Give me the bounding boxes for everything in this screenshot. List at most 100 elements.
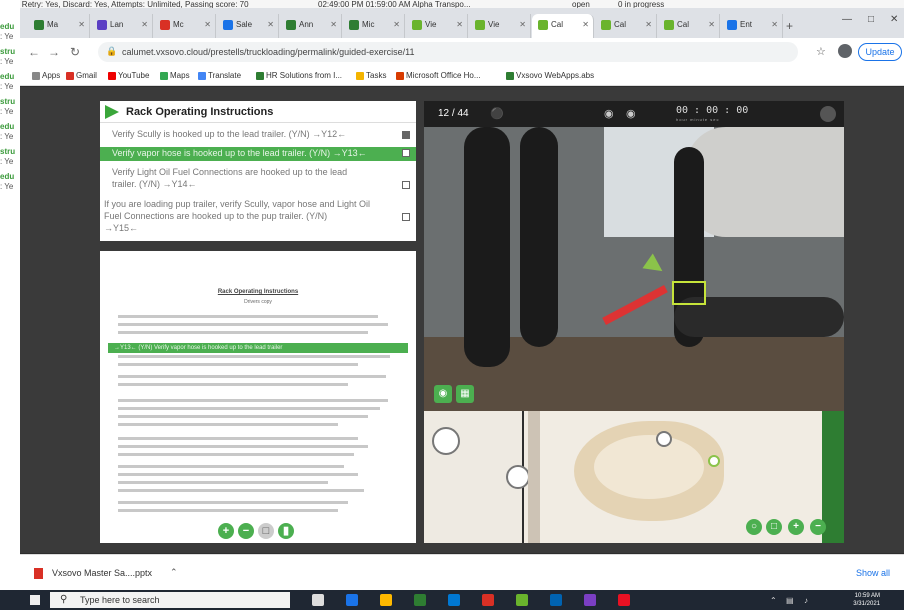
- course-list-item[interactable]: stru: Ye: [0, 143, 20, 168]
- course-list-item[interactable]: edu: Ye: [0, 68, 20, 93]
- taskbar-app-icon[interactable]: [516, 594, 528, 606]
- camera-icon[interactable]: ◉: [434, 385, 452, 403]
- instruction-step[interactable]: Verify Scully is hooked up to the lead t…: [100, 129, 416, 141]
- close-tab-icon[interactable]: ✕: [267, 20, 274, 29]
- viewer-menu-button[interactable]: [820, 106, 836, 122]
- zoom-out-button[interactable]: −: [238, 523, 254, 539]
- site-map[interactable]: ○ □ + −: [424, 411, 844, 543]
- bookmark-item[interactable]: Apps: [32, 71, 60, 80]
- taskbar-app-icon[interactable]: [550, 594, 562, 606]
- instruction-step[interactable]: Verify Light Oil Fuel Connections are ho…: [100, 167, 416, 179]
- forward-icon[interactable]: →: [48, 45, 60, 59]
- taskbar-app-icon[interactable]: [482, 594, 494, 606]
- course-list-item[interactable]: stru: Ye: [0, 43, 20, 68]
- zoom-in-button[interactable]: +: [218, 523, 234, 539]
- close-tab-icon[interactable]: ✕: [519, 20, 526, 29]
- browser-tab[interactable]: Cal ✕: [595, 14, 657, 38]
- map-marker[interactable]: [506, 465, 530, 489]
- taskbar-app-icon[interactable]: [346, 594, 358, 606]
- close-tab-icon[interactable]: ✕: [582, 20, 589, 29]
- close-tab-icon[interactable]: ✕: [771, 20, 778, 29]
- profile-avatar[interactable]: [838, 44, 852, 58]
- fit-page-button[interactable]: □: [258, 523, 274, 539]
- vapor-hose-hotspot[interactable]: [672, 281, 706, 305]
- gallery-icon[interactable]: ▦: [456, 385, 474, 403]
- browser-tab[interactable]: Cal ✕: [658, 14, 720, 38]
- bookmark-item[interactable]: Translate: [198, 71, 241, 80]
- course-list-item[interactable]: edu: Ye: [0, 118, 20, 143]
- map-marker[interactable]: [656, 431, 672, 447]
- view-icon[interactable]: ◉: [604, 107, 614, 120]
- taskbar-app-icon[interactable]: [380, 594, 392, 606]
- step-checkbox[interactable]: [402, 213, 410, 221]
- instruction-step[interactable]: If you are loading pup trailer, verify S…: [100, 199, 416, 211]
- page-button[interactable]: ▮: [278, 523, 294, 539]
- volume-icon[interactable]: ♪: [804, 596, 808, 605]
- map-zoom-out-button[interactable]: −: [810, 519, 826, 535]
- course-list-item[interactable]: edu: Ye: [0, 168, 20, 193]
- course-list-item[interactable]: edu: Ye: [0, 18, 20, 43]
- map-reset-button[interactable]: ○: [746, 519, 762, 535]
- close-window-icon[interactable]: ✕: [890, 14, 898, 25]
- minimize-icon[interactable]: —: [842, 14, 852, 25]
- bookmark-item[interactable]: Tasks: [356, 71, 386, 80]
- browser-tab[interactable]: Mc ✕: [154, 14, 216, 38]
- taskbar-app-icon[interactable]: [312, 594, 324, 606]
- close-tab-icon[interactable]: ✕: [645, 20, 652, 29]
- reload-icon[interactable]: ↻: [70, 45, 80, 59]
- chevron-up-icon[interactable]: ⌃: [170, 567, 178, 578]
- bookmark-item[interactable]: Gmail: [66, 71, 97, 80]
- close-tab-icon[interactable]: ✕: [330, 20, 337, 29]
- close-tab-icon[interactable]: ✕: [393, 20, 400, 29]
- current-location-marker[interactable]: [708, 455, 720, 467]
- show-all-link[interactable]: Show all: [856, 568, 890, 578]
- tray-up-icon[interactable]: ⌃: [770, 596, 777, 605]
- taskbar-app-icon[interactable]: [618, 594, 630, 606]
- close-tab-icon[interactable]: ✕: [708, 20, 715, 29]
- bookmark-item[interactable]: HR Solutions from I...: [256, 71, 342, 80]
- scene-photo[interactable]: ◉ ▦: [424, 127, 844, 411]
- close-tab-icon[interactable]: ✕: [204, 20, 211, 29]
- taskbar-search-input[interactable]: ⚲ Type here to search: [50, 592, 290, 608]
- system-clock[interactable]: 10:59 AM 3/31/2021: [840, 592, 880, 608]
- instruction-step[interactable]: Fuel Connections are hooked up to the pu…: [100, 211, 416, 223]
- bookmark-item[interactable]: Maps: [160, 71, 190, 80]
- instruction-step-current[interactable]: Verify vapor hose is hooked up to the le…: [100, 147, 416, 161]
- step-checkbox[interactable]: [402, 149, 410, 157]
- tag-icon[interactable]: ⚫: [490, 107, 504, 120]
- bookmark-item[interactable]: YouTube: [108, 71, 149, 80]
- map-zoom-in-button[interactable]: +: [788, 519, 804, 535]
- taskbar-app-icon[interactable]: [584, 594, 596, 606]
- maximize-icon[interactable]: □: [868, 14, 874, 25]
- instruction-step[interactable]: trailer. (Y/N) →Y14←: [100, 179, 416, 191]
- windows-start-icon[interactable]: [30, 595, 40, 605]
- update-button[interactable]: Update: [858, 43, 902, 61]
- bookmark-item[interactable]: Microsoft Office Ho...: [396, 71, 481, 80]
- browser-tab[interactable]: Vie ✕: [406, 14, 468, 38]
- bookmark-star-icon[interactable]: ☆: [816, 45, 826, 58]
- map-fullscreen-button[interactable]: □: [766, 519, 782, 535]
- instruction-step[interactable]: →Y15←: [100, 223, 416, 235]
- network-icon[interactable]: ▤: [786, 596, 794, 605]
- browser-tab[interactable]: Mic ✕: [343, 14, 405, 38]
- browser-tab[interactable]: Sale ✕: [217, 14, 279, 38]
- close-tab-icon[interactable]: ✕: [141, 20, 148, 29]
- back-icon[interactable]: ←: [28, 45, 40, 59]
- download-item[interactable]: Vxsovo Master Sa....pptx: [52, 568, 152, 578]
- taskbar-app-icon[interactable]: [414, 594, 426, 606]
- browser-tab[interactable]: Vie ✕: [469, 14, 531, 38]
- browser-tab[interactable]: Ent ✕: [721, 14, 783, 38]
- browser-tab[interactable]: Cal ✕: [532, 14, 594, 38]
- close-tab-icon[interactable]: ✕: [456, 20, 463, 29]
- browser-tab[interactable]: Ma ✕: [28, 14, 90, 38]
- bookmark-item[interactable]: Vxsovo WebApps.abs: [506, 71, 594, 80]
- taskbar-app-icon[interactable]: [448, 594, 460, 606]
- step-checkbox[interactable]: [402, 181, 410, 189]
- course-list-item[interactable]: stru: Ye: [0, 93, 20, 118]
- map-marker[interactable]: [432, 427, 460, 455]
- address-bar[interactable]: 🔒 calumet.vxsovo.cloud/prestells/trucklo…: [98, 42, 798, 62]
- close-tab-icon[interactable]: ✕: [78, 20, 85, 29]
- browser-tab[interactable]: Lan ✕: [91, 14, 153, 38]
- minimap[interactable]: [424, 411, 530, 543]
- browser-tab[interactable]: Ann ✕: [280, 14, 342, 38]
